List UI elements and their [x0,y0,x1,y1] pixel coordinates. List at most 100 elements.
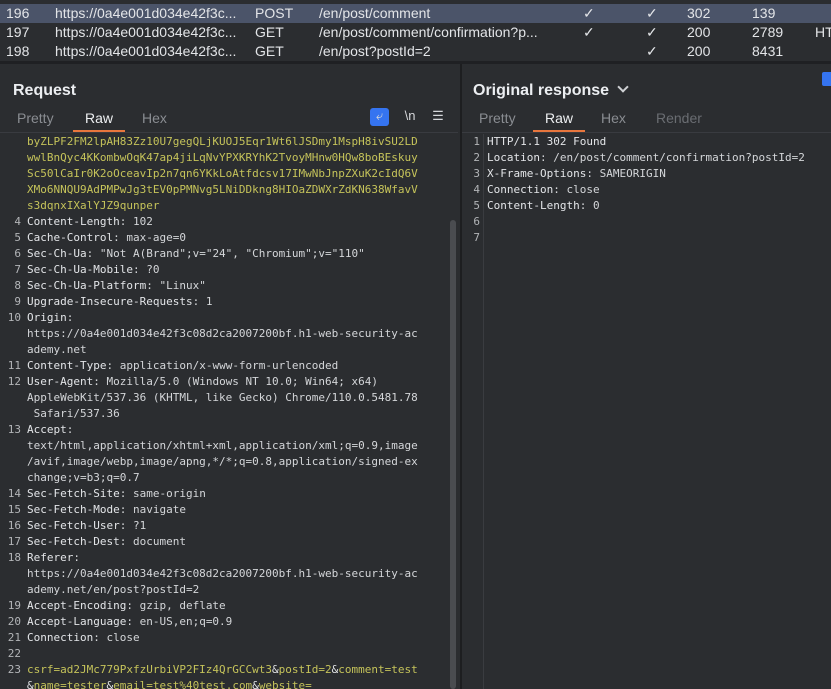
request-token: csrf=ad2JMc779PxfzUrbiVP2FIz4QrGCCwt3 [27,663,273,676]
request-token: Accept [27,423,67,436]
request-token: name=tester [33,679,107,689]
response-token: HTTP/1.1 302 Found [487,135,607,148]
response-tab-raw[interactable]: Raw [533,108,586,132]
request-scrollbar[interactable] [450,220,456,689]
request-token: : gzip, deflate [126,599,226,612]
request-line: https://0a4e001d034e42f3c08d2ca2007200bf… [27,566,418,582]
history-url: /en/post?postId=2 [319,43,431,59]
wrap-lines-icon[interactable]: ⤶ [370,108,389,126]
menu-icon[interactable]: ☰ [430,108,446,126]
request-token: text/html,application/xhtml+xml,applicat… [27,439,418,452]
request-token: : "Linux" [146,279,206,292]
history-status: 200 [687,24,711,40]
request-line-number [0,166,24,182]
response-line-number: 2 [473,151,480,164]
request-token: : application/x-www-form-urlencoded [106,359,339,372]
history-table: 196 https://0a4e001d034e42f3c... POST/en/p… [0,0,831,61]
request-token: : [73,551,80,564]
history-params: ✓ [646,5,658,21]
response-line-number: 1 [473,135,480,148]
request-line: XMo6NNQU9AdPMPwJg3tEV0pPMNvg5LNiDDkng8HI… [27,182,418,198]
request-token: Sec-Ch-Ua [27,247,87,260]
request-line-number: 12 [7,375,21,388]
response-line: Connection: close [487,182,805,198]
response-title-text: Original response [473,82,610,99]
response-title[interactable]: Original response [473,81,629,100]
request-text[interactable]: byZLPF2FM2lpAH83Zz10U7gegQLjKUOJ5Eqr1Wt6… [27,134,418,689]
request-line: ademy.net/en/post?postId=2 [27,582,418,598]
chevron-down-icon[interactable] [617,81,629,93]
request-line: byZLPF2FM2lpAH83Zz10U7gegQLjKUOJ5Eqr1Wt6… [27,134,418,150]
response-token: Connection [487,183,554,196]
history-row[interactable]: 198 https://0a4e001d034e42f3c... GET/en/po… [0,42,831,61]
request-token: Content-Length [27,215,120,228]
response-tab-render[interactable]: Render [644,108,714,132]
request-editor[interactable]: 4 5 6 7 8 9 10 11 12 13 14 15 16 17 18 19 20 21 22 23 byZLP… [0,134,448,689]
response-line: Location: /en/post/comment/confirmation?… [487,150,805,166]
request-token: Sc50lCaIr0K2oOceavIp2n7qn6YKkLoAtfdcsv17… [27,167,418,180]
history-row[interactable]: 196 https://0a4e001d034e42f3c... POST/en/p… [0,4,831,23]
request-line: &name=tester&email=test%40test.com&websi… [27,678,418,689]
request-line-number: 6 [14,247,21,260]
response-text[interactable]: HTTP/1.1 302 Found Location: /en/post/com… [487,134,805,246]
response-token: X-Frame-Options [487,167,587,180]
request-token: Sec-Ch-Ua-Mobile [27,263,133,276]
request-line: Content-Type: application/x-www-form-url… [27,358,418,374]
request-tab-pretty[interactable]: Pretty [5,108,66,132]
inspector-badge-icon[interactable] [822,72,831,86]
request-line: User-Agent: Mozilla/5.0 (Windows NT 10.0… [27,374,418,390]
request-line: wwlBnQyc4KKombwOqK47ap4jiLqNvYPXKRYhK2Tv… [27,150,418,166]
request-line-number [0,406,24,422]
request-tabs: Pretty Raw Hex [0,108,458,132]
request-line: text/html,application/xhtml+xml,applicat… [27,438,418,454]
show-newlines-icon[interactable]: \n [402,108,418,126]
request-line-number [0,182,24,198]
response-tab-pretty[interactable]: Pretty [467,108,528,132]
request-line: Origin: [27,310,418,326]
request-title: Request [13,82,77,99]
request-token: /avif,image/webp,image/apng,*/*;q=0.8,ap… [27,455,418,468]
response-editor[interactable]: 1 2 3 4 5 6 7 HTTP/1.1 302 Found Location: /en/… [462,134,831,689]
request-line-number: 19 [7,599,21,612]
request-tab-hex[interactable]: Hex [130,108,179,132]
history-url: /en/post/comment/confirmation?p... [319,24,538,40]
response-tab-hex[interactable]: Hex [589,108,638,132]
request-line-number [0,342,24,358]
request-tab-separator [0,132,458,133]
request-line-number: 23 [7,663,21,676]
response-line-number: 5 [473,199,480,212]
response-line-number: 7 [473,231,480,244]
request-token: ademy.net [27,343,87,356]
request-token: User-Agent [27,375,94,388]
request-line: Sec-Ch-Ua-Mobile: ?0 [27,262,418,278]
history-host: https://0a4e001d034e42f3c... [55,5,237,21]
request-token: & [272,663,279,676]
history-method: GET [255,43,284,59]
request-token: Accept-Language [27,615,127,628]
request-token: Sec-Fetch-User [27,519,120,532]
request-panel: Request Pretty Raw Hex ⤶ \n ☰ 4 5 6 7 8 9 10 11… [0,64,460,689]
request-line-number: 9 [14,295,21,308]
request-line-numbers: 4 5 6 7 8 9 10 11 12 13 14 15 16 17 18 19 20 21 22 23 [0,134,24,689]
request-line-number: 5 [14,231,21,244]
request-token: : max-age=0 [113,231,186,244]
request-line-number: 22 [7,647,21,660]
request-line-number: 4 [14,215,21,228]
history-length: 139 [752,5,776,21]
request-tab-raw[interactable]: Raw [73,108,126,132]
request-line: Referer: [27,550,418,566]
request-token: : document [119,535,186,548]
request-token: change;v=b3;q=0.7 [27,471,140,484]
history-host: https://0a4e001d034e42f3c... [55,43,237,59]
request-line-number: 7 [14,263,21,276]
history-method: POST [255,5,294,21]
response-line: Content-Length: 0 [487,198,805,214]
history-method: GET [255,24,284,40]
history-row[interactable]: 197 https://0a4e001d034e42f3c... GET/en/po… [0,23,831,42]
request-token: XMo6NNQU9AdPMPwJg3tEV0pPMNvg5LNiDDkng8HI… [27,183,418,196]
history-edited: ✓ [583,5,595,21]
request-token: : same-origin [119,487,206,500]
request-line: Upgrade-Insecure-Requests: 1 [27,294,418,310]
request-line-number: 16 [7,519,21,532]
request-token: Sec-Fetch-Site [27,487,120,500]
